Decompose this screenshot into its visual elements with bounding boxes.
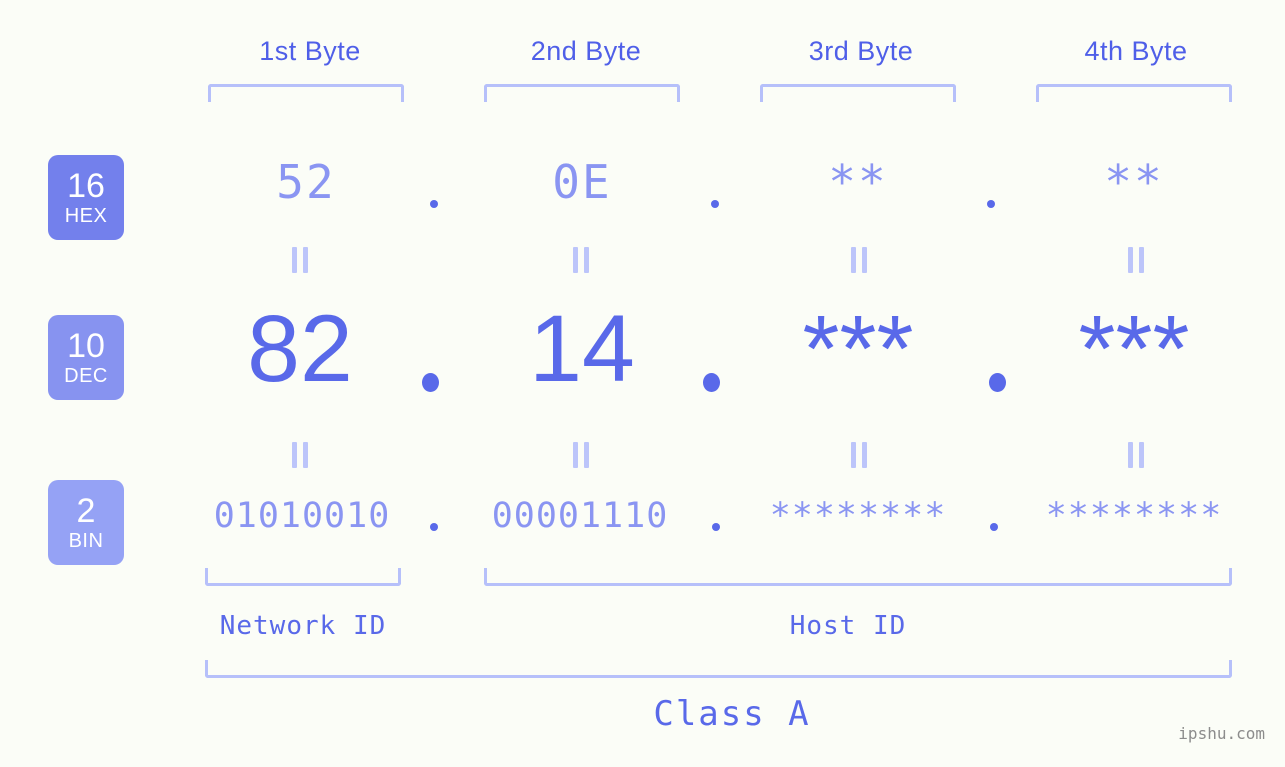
hex-separator-dot-1 (430, 200, 438, 208)
bin-byte-3: ******** (769, 496, 947, 536)
equals-icon-dec-bin-1 (292, 442, 308, 468)
hex-separator-dot-2 (711, 200, 719, 208)
dec-byte-1: 82 (247, 296, 353, 402)
dec-byte-2: 14 (529, 296, 635, 402)
dec-separator-dot-2 (703, 373, 720, 392)
base-badge-hex-number: 16 (67, 167, 105, 205)
bin-separator-dot-2 (712, 523, 720, 531)
equals-icon-hex-dec-4 (1128, 247, 1144, 273)
byte-heading-2: 2nd Byte (530, 36, 642, 66)
hex-byte-2: 0E (552, 155, 612, 209)
dec-separator-dot-1 (422, 373, 439, 392)
dec-separator-dot-3 (989, 373, 1006, 392)
byte-heading-1: 1st Byte (259, 36, 361, 66)
host-id-label: Host ID (789, 611, 907, 641)
base-badge-hex-label: HEX (64, 205, 108, 227)
byte-heading-4: 4th Byte (1084, 36, 1188, 66)
bin-separator-dot-1 (430, 523, 438, 531)
bin-byte-1: 01010010 (213, 496, 391, 536)
bin-byte-4: ******** (1045, 496, 1223, 536)
hex-separator-dot-3 (987, 200, 995, 208)
dec-byte-3: *** (802, 296, 914, 402)
site-watermark: ipshu.com (1178, 724, 1265, 743)
base-badge-hex: 16 HEX (48, 155, 124, 240)
bin-separator-dot-3 (990, 523, 998, 531)
byte-bracket-3 (760, 84, 956, 102)
base-badge-dec-label: DEC (64, 365, 108, 387)
base-badge-bin-number: 2 (76, 492, 96, 530)
equals-icon-dec-bin-4 (1128, 442, 1144, 468)
base-badge-dec: 10 DEC (48, 315, 124, 400)
byte-bracket-4 (1036, 84, 1232, 102)
equals-icon-dec-bin-3 (851, 442, 867, 468)
class-bracket (205, 660, 1232, 678)
hex-byte-1: 52 (276, 155, 336, 209)
host-id-bracket (484, 568, 1232, 586)
equals-icon-hex-dec-3 (851, 247, 867, 273)
base-badge-bin: 2 BIN (48, 480, 124, 565)
bin-byte-2: 00001110 (491, 496, 669, 536)
byte-bracket-1 (208, 84, 404, 102)
base-badge-bin-label: BIN (68, 530, 104, 552)
hex-byte-3: ** (828, 155, 888, 209)
network-id-bracket (205, 568, 401, 586)
equals-icon-dec-bin-2 (573, 442, 589, 468)
base-badge-dec-number: 10 (67, 327, 105, 365)
network-id-label: Network ID (219, 611, 387, 641)
equals-icon-hex-dec-1 (292, 247, 308, 273)
byte-bracket-2 (484, 84, 680, 102)
hex-byte-4: ** (1104, 155, 1164, 209)
equals-icon-hex-dec-2 (573, 247, 589, 273)
ip-address-breakdown-diagram: 1st Byte 2nd Byte 3rd Byte 4th Byte 16 H… (0, 0, 1285, 767)
dec-byte-4: *** (1078, 296, 1190, 402)
byte-heading-3: 3rd Byte (808, 36, 914, 66)
class-label: Class A (653, 694, 811, 734)
